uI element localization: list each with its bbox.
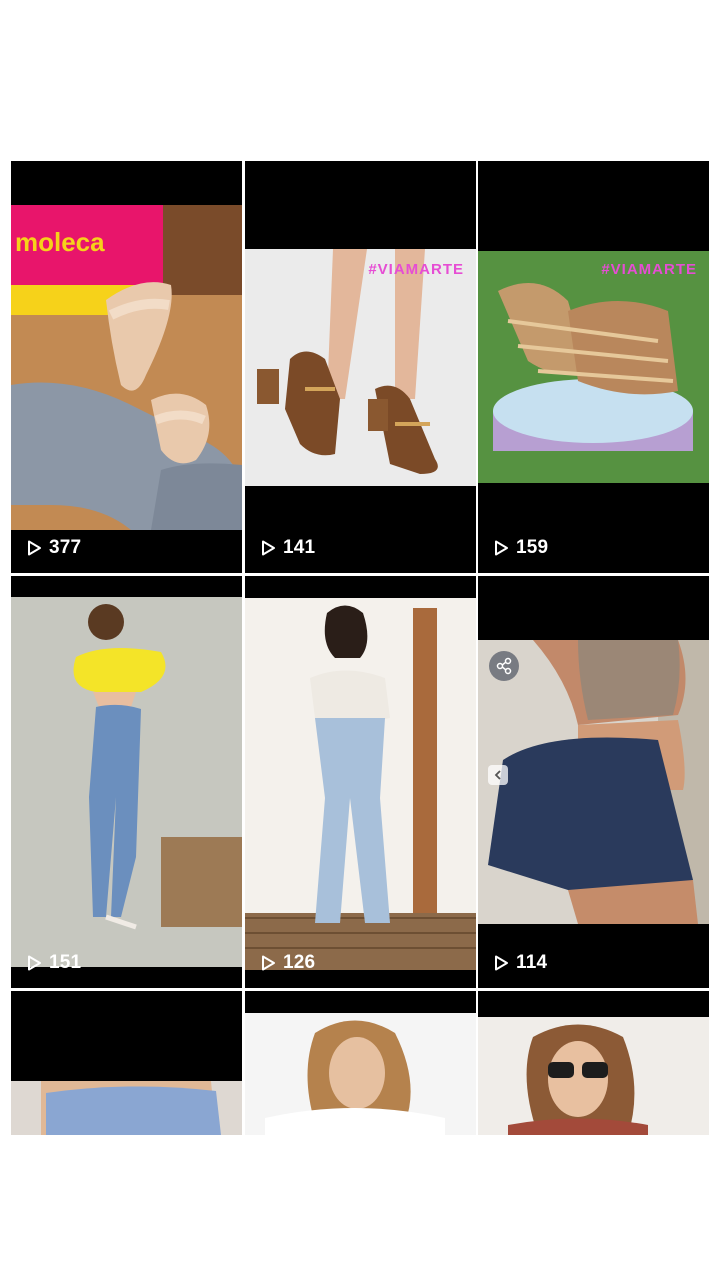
view-count-label: 151 <box>49 952 82 973</box>
view-count: 126 <box>259 952 315 974</box>
video-thumbnail <box>11 597 242 967</box>
video-tile[interactable]: 151 <box>11 576 242 988</box>
page: moleca 377 #VIAMARTE 141 #VIAMARTE 159 1… <box>0 0 720 1280</box>
video-thumbnail <box>245 1013 476 1135</box>
brand-box-label: moleca <box>15 227 105 257</box>
video-thumbnail <box>245 598 476 970</box>
video-thumbnail <box>245 249 476 486</box>
video-thumbnail <box>478 1017 709 1135</box>
view-count-label: 141 <box>283 537 316 558</box>
play-icon <box>495 955 508 971</box>
video-tile[interactable]: #VIAMARTE 159 <box>478 161 709 573</box>
video-tile[interactable]: #VIAMARTE 141 <box>245 161 476 573</box>
play-icon <box>262 955 275 971</box>
video-grid: moleca 377 #VIAMARTE 141 #VIAMARTE 159 1… <box>11 161 709 1135</box>
video-tile[interactable]: 126 <box>245 576 476 988</box>
video-tile[interactable] <box>11 991 242 1135</box>
view-count: 114 <box>492 952 547 974</box>
chevron-left-icon <box>494 770 501 780</box>
play-icon <box>495 540 508 556</box>
view-count-label: 377 <box>49 537 82 558</box>
video-tile[interactable] <box>245 991 476 1135</box>
play-icon <box>28 955 41 971</box>
video-thumbnail <box>478 640 709 924</box>
video-thumbnail <box>478 251 709 483</box>
hashtag-label: #VIAMARTE <box>601 261 697 278</box>
share-icon <box>496 657 512 675</box>
video-tile[interactable] <box>478 991 709 1135</box>
video-tile[interactable]: 114 <box>478 576 709 988</box>
video-thumbnail <box>11 1081 242 1135</box>
view-count-label: 126 <box>283 952 316 973</box>
play-icon <box>28 540 41 556</box>
previous-button[interactable] <box>488 765 508 785</box>
share-button[interactable] <box>489 651 519 681</box>
view-count-label: 114 <box>516 952 548 973</box>
view-count-label: 159 <box>516 537 549 558</box>
view-count: 141 <box>259 537 315 559</box>
view-count: 151 <box>25 952 81 974</box>
view-count: 159 <box>492 537 548 559</box>
play-icon <box>262 540 275 556</box>
view-count: 377 <box>25 537 81 559</box>
video-tile[interactable]: moleca 377 <box>11 161 242 573</box>
hashtag-label: #VIAMARTE <box>368 261 464 278</box>
